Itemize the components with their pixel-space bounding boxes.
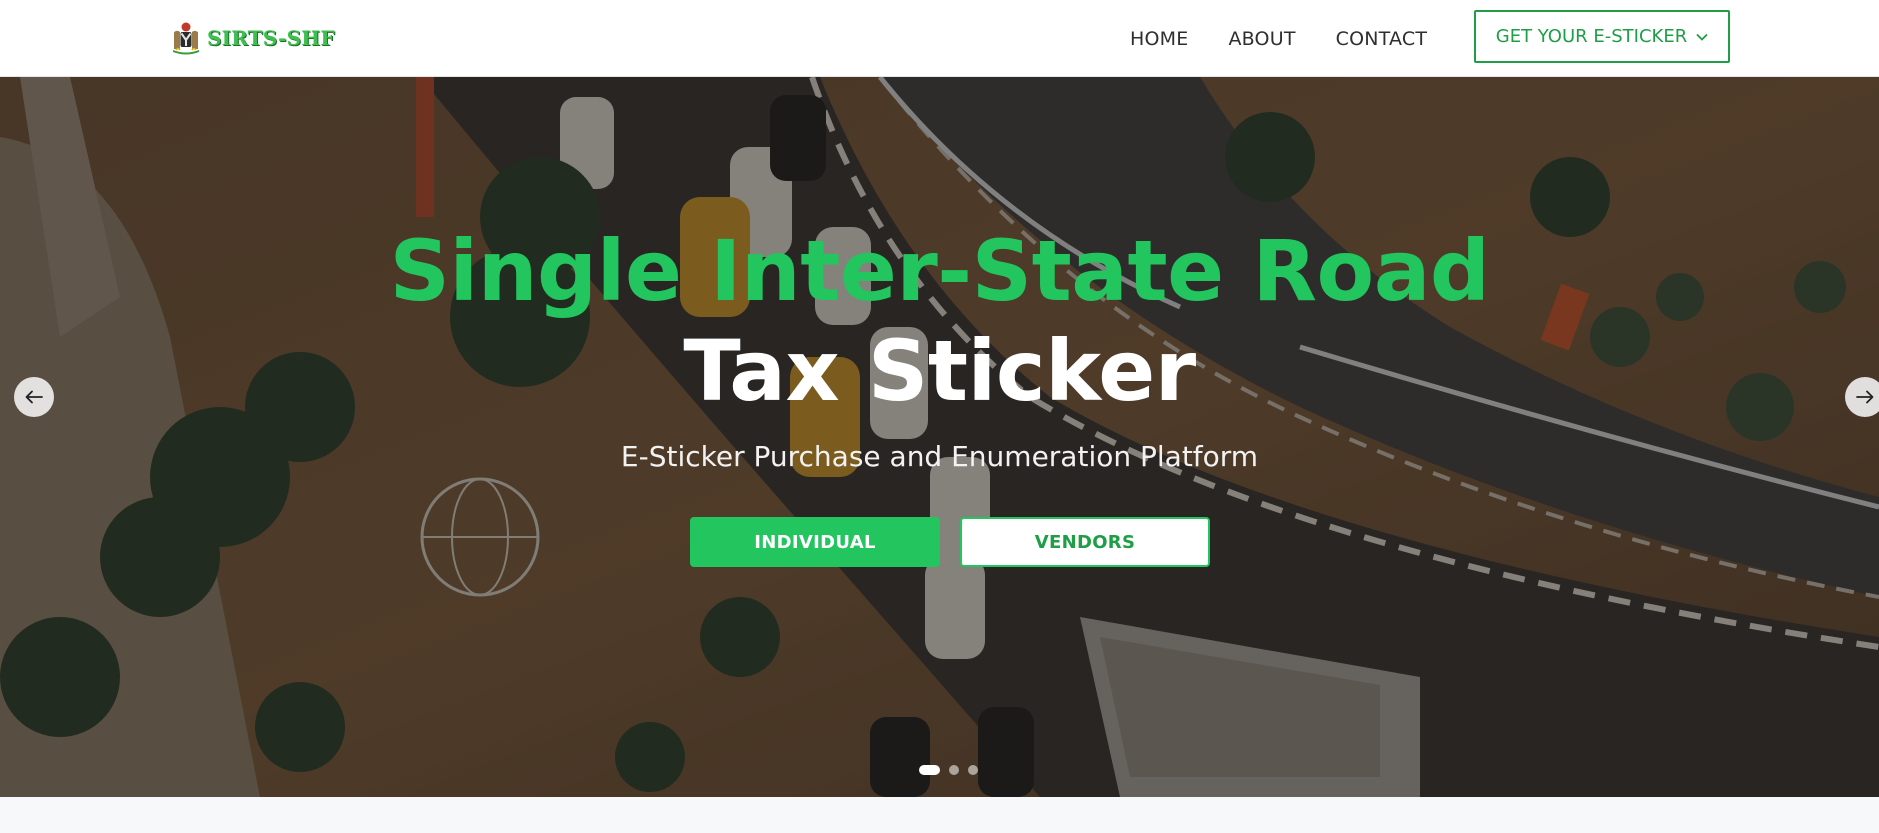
hero-title-line-1: Single Inter-State Road: [389, 222, 1490, 320]
carousel-indicator-1[interactable]: [919, 765, 940, 775]
nav-link-contact[interactable]: CONTACT: [1336, 28, 1428, 50]
individual-button[interactable]: INDIVIDUAL: [690, 517, 940, 567]
main-nav: HOME ABOUT CONTACT: [1130, 0, 1467, 77]
hero-subtitle: E-Sticker Purchase and Enumeration Platf…: [620, 440, 1259, 473]
vendors-button[interactable]: VENDORS: [960, 517, 1210, 567]
arrow-right-icon: [1856, 390, 1874, 404]
chevron-down-icon: [1696, 33, 1708, 41]
brand-name: SIRTS-SHF: [207, 26, 335, 50]
nav-link-about[interactable]: ABOUT: [1228, 28, 1295, 50]
top-navbar: SIRTS-SHF HOME ABOUT CONTACT GET YOUR E-…: [0, 0, 1879, 77]
brand-logo-link[interactable]: SIRTS-SHF: [168, 20, 335, 56]
hero-carousel: Single Inter-State Road Tax Sticker E-St…: [0, 77, 1879, 797]
get-e-sticker-dropdown-button[interactable]: GET YOUR E-STICKER: [1474, 10, 1730, 63]
arrow-left-icon: [25, 390, 43, 404]
below-fold-section: [0, 797, 1879, 833]
carousel-indicators: [919, 765, 978, 775]
carousel-prev-button[interactable]: [14, 377, 54, 417]
get-e-sticker-label: GET YOUR E-STICKER: [1495, 26, 1688, 47]
carousel-next-button[interactable]: [1845, 377, 1879, 417]
nav-link-home[interactable]: HOME: [1130, 28, 1188, 50]
coat-of-arms-icon: [173, 22, 199, 55]
hero-title-line-2: Tax Sticker: [683, 322, 1196, 420]
hero-overlay: [0, 77, 1879, 797]
carousel-indicator-3[interactable]: [968, 765, 978, 775]
carousel-indicator-2[interactable]: [949, 765, 959, 775]
